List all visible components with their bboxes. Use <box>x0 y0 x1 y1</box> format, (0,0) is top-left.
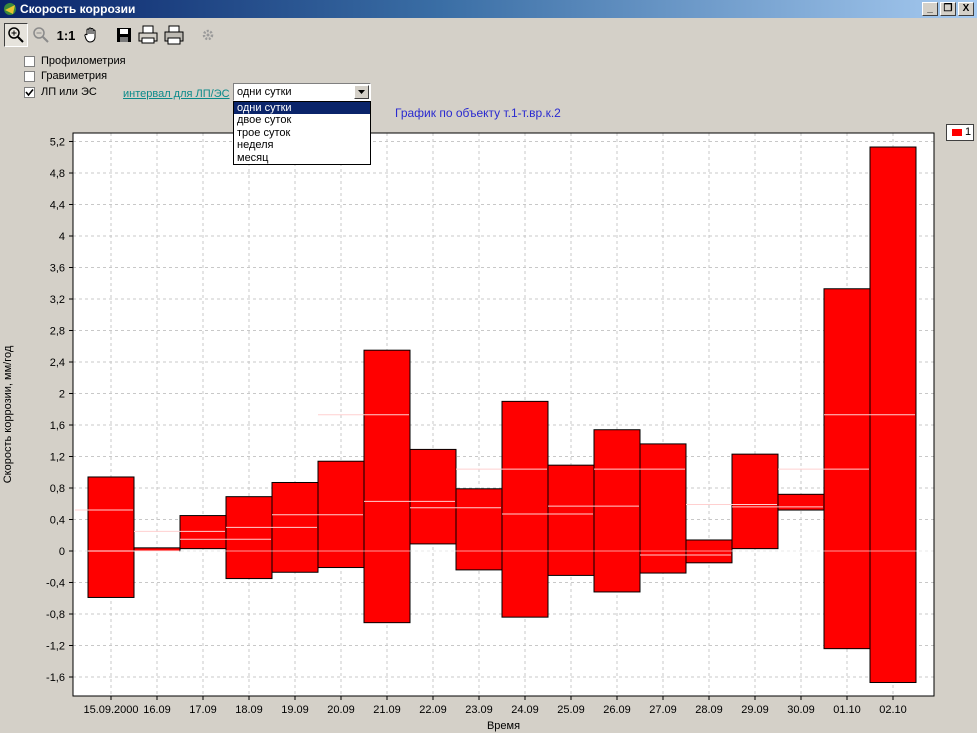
bar-27.09 <box>639 443 687 574</box>
x-tick-label: 29.09 <box>741 704 769 716</box>
bar-15.09.2000 <box>87 476 135 598</box>
y-tick-label: -0,8 <box>46 609 65 621</box>
y-tick-label: 2,4 <box>50 357 65 369</box>
x-tick-label: 02.10 <box>879 704 907 716</box>
x-tick-label: 17.09 <box>189 704 217 716</box>
y-tick-label: 3,2 <box>50 294 65 306</box>
y-tick-label: 5,2 <box>50 137 65 149</box>
x-tick-label: 20.09 <box>327 704 355 716</box>
y-tick-label: 4 <box>59 231 65 243</box>
y-tick-label: 2 <box>59 389 65 401</box>
bar-21.09 <box>363 349 411 624</box>
x-axis-label: Время <box>487 720 520 732</box>
x-tick-label: 21.09 <box>373 704 401 716</box>
x-tick-label: 26.09 <box>603 704 631 716</box>
x-tick-label: 01.10 <box>833 704 861 716</box>
x-tick-label: 23.09 <box>465 704 493 716</box>
x-tick-label: 24.09 <box>511 704 539 716</box>
y-axis-label: Скорость коррозии, мм/год <box>2 345 14 483</box>
y-tick-label: -1,2 <box>46 641 65 653</box>
x-tick-label: 25.09 <box>557 704 585 716</box>
dropdown-option[interactable]: одни сутки <box>234 102 370 115</box>
x-tick-label: 28.09 <box>695 704 723 716</box>
x-tick-label: 22.09 <box>419 704 447 716</box>
x-tick-label: 27.09 <box>649 704 677 716</box>
y-tick-label: 3,6 <box>50 263 65 275</box>
bar-30.09 <box>777 493 825 511</box>
y-tick-label: 1,2 <box>50 452 65 464</box>
bar-18.09 <box>225 496 273 580</box>
y-tick-label: 4,4 <box>50 200 65 212</box>
y-tick-label: 0 <box>59 546 65 558</box>
x-tick-label: 19.09 <box>281 704 309 716</box>
bar-22.09 <box>409 448 457 545</box>
bar-23.09 <box>455 488 503 571</box>
dropdown-option[interactable]: месяц <box>234 152 370 164</box>
x-tick-label: 18.09 <box>235 704 263 716</box>
interval-dropdown-list: одни сутки двое суток трое суток неделя … <box>233 101 371 165</box>
dropdown-option[interactable]: неделя <box>234 139 370 151</box>
dropdown-option[interactable]: трое суток <box>234 127 370 139</box>
y-tick-label: 1,6 <box>50 420 65 432</box>
bar-29.09 <box>731 453 779 550</box>
y-tick-label: 4,8 <box>50 168 65 180</box>
bar-25.09 <box>547 464 595 576</box>
chart: 5,2 4,8 4,4 4 3,6 3,2 2,8 2,4 2 1,6 1,2 0,8 0,4 0 -0,4… <box>2 132 935 732</box>
y-tick-label: 0,4 <box>50 515 65 527</box>
y-tick-label: -1,6 <box>46 672 65 684</box>
bar-17.09 <box>179 515 227 550</box>
dropdown-option[interactable]: двое суток <box>234 114 370 126</box>
x-tick-label: 30.09 <box>787 704 815 716</box>
bar-26.09 <box>593 429 641 593</box>
y-tick-label: 0,8 <box>50 483 65 495</box>
y-tick-label: 2,8 <box>50 326 65 338</box>
x-tick-label: 16.09 <box>143 704 171 716</box>
x-tick-label: 15.09.2000 <box>83 704 138 716</box>
bar-24.09 <box>501 400 549 618</box>
y-tick-label: -0,4 <box>46 578 65 590</box>
